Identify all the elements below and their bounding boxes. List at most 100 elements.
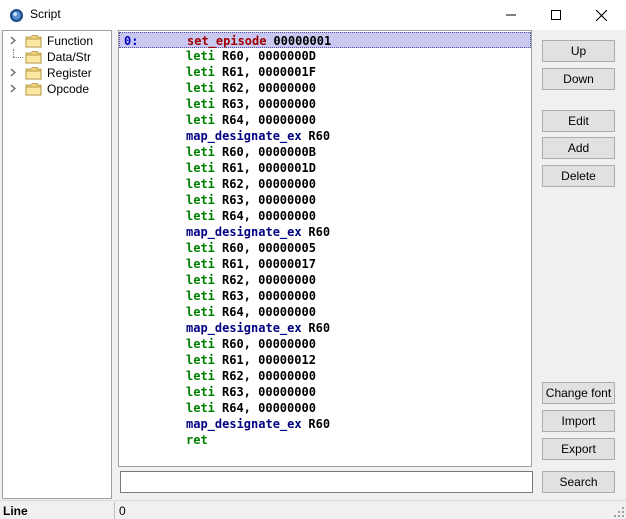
export-button[interactable]: Export — [542, 438, 615, 460]
opcode-name: leti — [186, 49, 215, 63]
add-button[interactable]: Add — [542, 137, 615, 159]
status-separator — [114, 502, 115, 519]
code-line[interactable]: leti R62, 00000000 — [119, 80, 531, 96]
code-line[interactable]: map_designate_ex R60 — [119, 320, 531, 336]
code-line[interactable]: leti R64, 00000000 — [119, 304, 531, 320]
opcode-args: R63, 00000000 — [222, 97, 316, 111]
close-button[interactable] — [578, 0, 624, 30]
code-line[interactable]: leti R61, 0000001D — [119, 160, 531, 176]
resize-grip-icon[interactable] — [614, 507, 624, 517]
status-bar: Line 0 — [0, 500, 626, 519]
line-index: 0: — [124, 34, 139, 48]
code-line[interactable]: leti R60, 00000005 — [119, 240, 531, 256]
tree-item-label: Opcode — [47, 82, 90, 96]
opcode-args: R62, 00000000 — [222, 81, 316, 95]
opcode-args: R64, 00000000 — [222, 209, 316, 223]
opcode-args: R61, 00000012 — [222, 353, 316, 367]
down-button[interactable]: Down — [542, 68, 615, 90]
opcode-name: leti — [186, 97, 215, 111]
opcode-args: R64, 00000000 — [222, 401, 316, 415]
code-line[interactable]: map_designate_ex R60 — [119, 224, 531, 240]
code-line[interactable]: map_designate_ex R60 — [119, 128, 531, 144]
folder-icon — [25, 35, 42, 48]
opcode-args: R60 — [308, 321, 331, 335]
opcode-name: leti — [186, 161, 215, 175]
opcode-args: R62, 00000000 — [222, 369, 316, 383]
code-line[interactable]: leti R61, 0000001F — [119, 64, 531, 80]
opcode-name: leti — [186, 209, 215, 223]
minimize-button[interactable] — [488, 0, 534, 30]
script-listing[interactable]: 0: set_episode 00000001 leti R60, 0000000D le… — [118, 30, 532, 467]
code-line[interactable]: leti R64, 00000000 — [119, 112, 531, 128]
opcode-name: leti — [186, 145, 215, 159]
opcode-name: leti — [186, 337, 215, 351]
search-input[interactable] — [120, 471, 533, 493]
category-tree[interactable]: Function Data/Str Register Opcode — [2, 30, 112, 499]
opcode-name: ret — [186, 433, 208, 447]
opcode-args: R60 — [308, 129, 331, 143]
import-button[interactable]: Import — [542, 410, 615, 432]
code-line[interactable]: leti R60, 00000000 — [119, 336, 531, 352]
opcode-args: R60, 00000000 — [222, 337, 316, 351]
opcode-name: leti — [186, 289, 215, 303]
opcode-args: R62, 00000000 — [222, 177, 316, 191]
up-button[interactable]: Up — [542, 40, 615, 62]
folder-icon — [25, 51, 42, 64]
opcode-args: R64, 00000000 — [222, 305, 316, 319]
tree-connector — [13, 57, 23, 58]
opcode-name: leti — [186, 113, 215, 127]
tree-item-register[interactable]: Register — [3, 65, 111, 81]
opcode-args: R64, 00000000 — [222, 113, 316, 127]
minimize-icon — [506, 14, 516, 16]
tree-item-opcode[interactable]: Opcode — [3, 81, 111, 97]
code-line[interactable]: leti R63, 00000000 — [119, 192, 531, 208]
delete-button[interactable]: Delete — [542, 165, 615, 187]
tree-item-label: Function — [47, 34, 94, 48]
code-line[interactable]: leti R61, 00000012 — [119, 352, 531, 368]
code-line[interactable]: leti R64, 00000000 — [119, 208, 531, 224]
change-font-button[interactable]: Change font — [542, 382, 615, 404]
code-line[interactable]: ret — [119, 432, 531, 448]
opcode-args: R63, 00000000 — [222, 193, 316, 207]
tree-item-data-str[interactable]: Data/Str — [3, 49, 111, 65]
chevron-right-icon[interactable] — [9, 68, 18, 77]
chevron-right-icon[interactable] — [9, 36, 18, 45]
opcode-args: R63, 00000000 — [222, 289, 316, 303]
opcode-name: leti — [186, 369, 215, 383]
folder-icon — [25, 67, 42, 80]
tree-item-label: Data/Str — [47, 50, 92, 64]
opcode-name: map_designate_ex — [186, 129, 302, 143]
code-line[interactable]: leti R62, 00000000 — [119, 176, 531, 192]
search-button[interactable]: Search — [542, 471, 615, 493]
code-line[interactable]: leti R63, 00000000 — [119, 288, 531, 304]
maximize-button[interactable] — [533, 0, 579, 30]
opcode-name: leti — [186, 193, 215, 207]
opcode-args: R60 — [308, 225, 331, 239]
tree-item-function[interactable]: Function — [3, 33, 111, 49]
code-line[interactable]: leti R64, 00000000 — [119, 400, 531, 416]
opcode-name: leti — [186, 273, 215, 287]
opcode-name: leti — [186, 177, 215, 191]
opcode-name: map_designate_ex — [186, 225, 302, 239]
opcode-name: set_episode — [187, 34, 267, 48]
opcode-args: R60, 00000005 — [222, 241, 316, 255]
app-icon — [9, 8, 24, 23]
opcode-name: leti — [186, 353, 215, 367]
edit-button[interactable]: Edit — [542, 110, 615, 132]
opcode-args: R60, 0000000D — [222, 49, 316, 63]
title-bar: Script — [0, 0, 626, 30]
code-line[interactable]: leti R62, 00000000 — [119, 368, 531, 384]
code-line[interactable]: leti R60, 0000000B — [119, 144, 531, 160]
opcode-name: leti — [186, 401, 215, 415]
code-line[interactable]: map_designate_ex R60 — [119, 416, 531, 432]
code-line[interactable]: leti R63, 00000000 — [119, 384, 531, 400]
opcode-args: R62, 00000000 — [222, 273, 316, 287]
code-line-selected[interactable]: 0: set_episode 00000001 — [119, 32, 531, 48]
status-value: 0 — [119, 504, 126, 518]
code-line[interactable]: leti R61, 00000017 — [119, 256, 531, 272]
code-line[interactable]: leti R60, 0000000D — [119, 48, 531, 64]
code-line[interactable]: leti R62, 00000000 — [119, 272, 531, 288]
folder-icon — [25, 83, 42, 96]
chevron-right-icon[interactable] — [9, 84, 18, 93]
code-line[interactable]: leti R63, 00000000 — [119, 96, 531, 112]
